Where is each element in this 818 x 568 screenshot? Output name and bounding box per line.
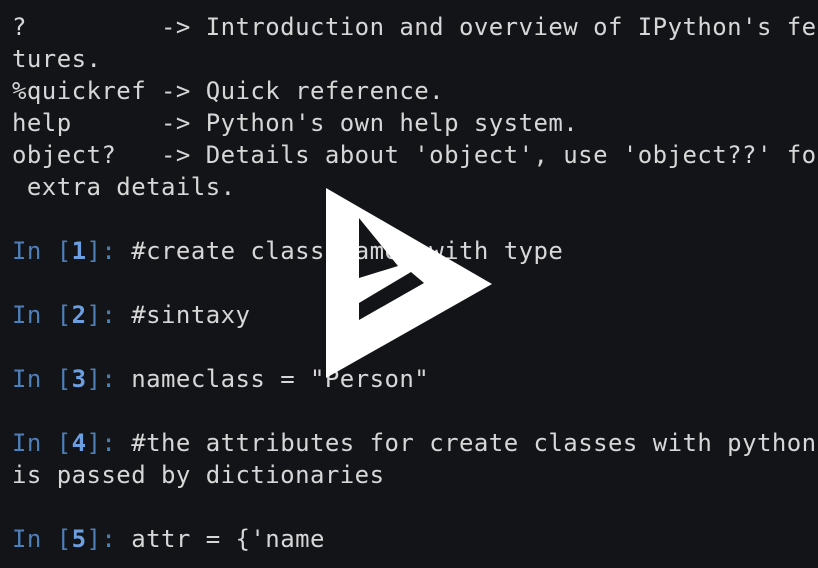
prompt-open-bracket: [: [56, 429, 72, 457]
prompt-number: 3: [71, 365, 87, 393]
prompt-number: 5: [71, 525, 87, 553]
cell-code: #sintaxy: [131, 301, 251, 329]
prompt-number: 4: [71, 429, 87, 457]
prompt-in-label: In: [12, 365, 57, 393]
intro-line-extra: extra details.: [12, 173, 236, 201]
prompt-in-label: In: [12, 237, 57, 265]
intro-line-object: object? -> Details about 'object', use '…: [12, 141, 818, 169]
prompt-open-bracket: [: [56, 301, 72, 329]
input-cell-4[interactable]: In [4]: #the attributes for create class…: [12, 427, 817, 459]
cell-code: attr = {'name: [131, 525, 325, 553]
play-icon: [326, 188, 492, 378]
prompt-close: ]:: [86, 525, 132, 553]
prompt-open-bracket: [: [56, 525, 72, 553]
prompt-number: 2: [71, 301, 87, 329]
prompt-close: ]:: [86, 237, 132, 265]
input-cell-5[interactable]: In [5]: attr = {'name: [12, 523, 325, 555]
input-cell-4-continuation: is passed by dictionaries: [12, 461, 385, 489]
ipython-terminal[interactable]: ? -> Introduction and overview of IPytho…: [0, 0, 818, 568]
prompt-close: ]:: [86, 365, 132, 393]
prompt-number: 1: [71, 237, 87, 265]
prompt-in-label: In: [12, 525, 57, 553]
cell-code: #the attributes for create classes with …: [131, 429, 817, 457]
play-button[interactable]: [326, 188, 492, 378]
prompt-open-bracket: [: [56, 365, 72, 393]
input-cell-2[interactable]: In [2]: #sintaxy: [12, 299, 250, 331]
intro-line-wrap: tures.: [12, 45, 102, 73]
prompt-close: ]:: [86, 429, 132, 457]
prompt-in-label: In: [12, 429, 57, 457]
intro-line-quickref: %quickref -> Quick reference.: [12, 77, 445, 105]
prompt-open-bracket: [: [56, 237, 72, 265]
intro-line-help: help -> Python's own help system.: [12, 109, 579, 137]
prompt-close: ]:: [86, 301, 132, 329]
intro-line-help-overview: ? -> Introduction and overview of IPytho…: [12, 13, 818, 41]
prompt-in-label: In: [12, 301, 57, 329]
